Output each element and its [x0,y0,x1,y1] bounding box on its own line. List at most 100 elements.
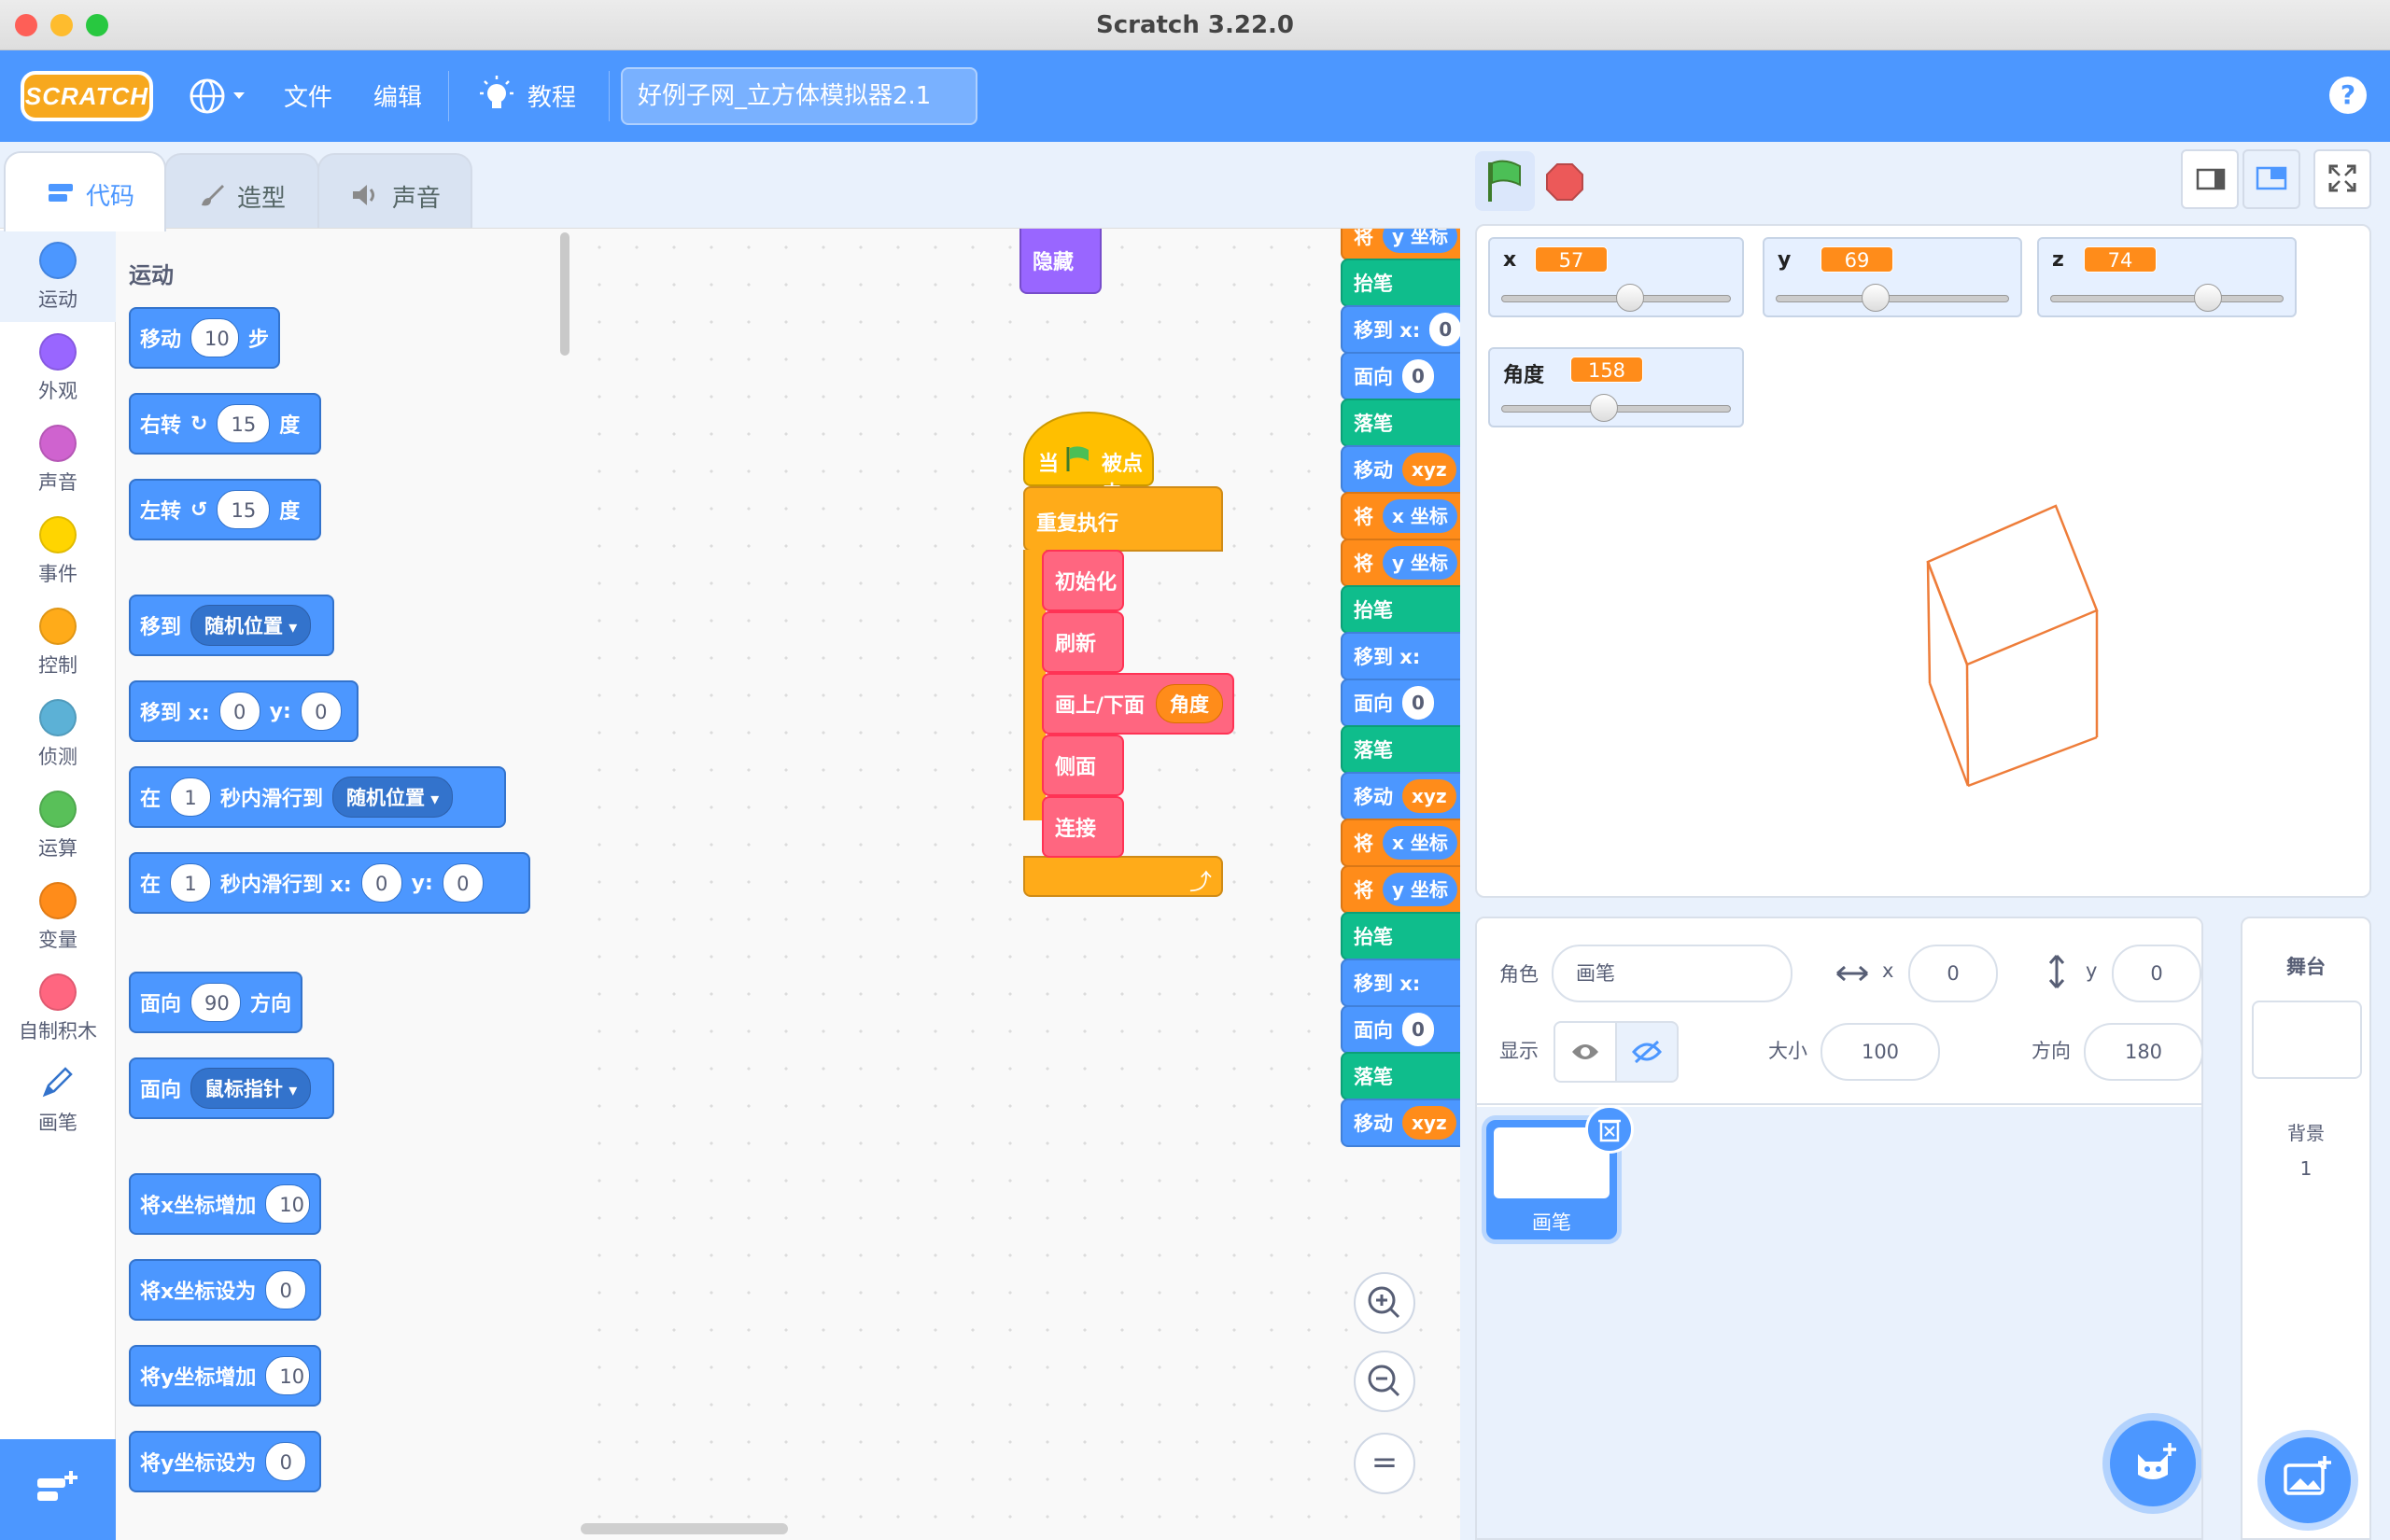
script-block[interactable]: 落笔 [1341,725,1460,774]
init-block[interactable]: 初始化 [1042,550,1124,611]
block-number-input[interactable]: 0 [300,692,342,731]
forever-block[interactable]: 重复执行 [1023,486,1223,552]
hide-sprite-button[interactable] [1615,1021,1679,1083]
point-direction-block[interactable]: 面向 90 方向 [129,972,302,1033]
block-number-input[interactable]: 15 [217,404,271,443]
script-block[interactable]: 抬笔 [1341,585,1460,634]
script-block[interactable]: 将 x 坐标 [1341,819,1460,867]
draw-top-bottom-block[interactable]: 画上/下面 角度 [1042,673,1234,735]
block-input[interactable]: y 坐标 [1383,546,1457,580]
tab-code[interactable]: 代码 [4,151,166,231]
category-item[interactable]: 自制积木 [0,962,116,1054]
script-block[interactable]: 落笔 [1341,1052,1460,1100]
script-block[interactable]: 移到 x: [1341,959,1460,1007]
block-number-input[interactable]: 0 [265,1270,307,1309]
choose-backdrop-button[interactable] [2265,1437,2351,1523]
script-block[interactable]: 面向 0 [1341,352,1460,400]
block-input[interactable]: 0 [1402,686,1434,720]
block-input[interactable]: x 坐标 [1383,826,1457,860]
language-menu[interactable] [187,75,252,118]
file-menu[interactable]: 文件 [284,78,332,113]
script-block[interactable]: 将 y 坐标 [1341,865,1460,914]
goto-block[interactable]: 移到 随机位置 [129,595,334,656]
block-number-input[interactable]: 10 [265,1356,310,1395]
script-block[interactable]: 移到 x: 0 [1341,305,1460,354]
fullscreen-button[interactable] [2313,149,2371,209]
block-dropdown[interactable]: 随机位置 [332,777,454,818]
zoom-in-button[interactable] [1354,1272,1415,1334]
green-flag-button[interactable] [1475,151,1535,211]
script-block[interactable]: 移到 x: [1341,632,1460,680]
block-number-input[interactable]: 10 [265,1184,310,1224]
sprite-name-input[interactable]: 画笔 [1552,945,1792,1002]
zoom-reset-button[interactable]: = [1354,1433,1415,1494]
glide-xy-block[interactable]: 在 1 秒内滑行到 x: 0 y: 0 [129,852,530,914]
y-position-input[interactable]: 0 [2112,945,2201,1002]
script-block[interactable]: 将 x 坐标 [1341,492,1460,540]
edit-menu[interactable]: 编辑 [373,78,422,113]
block-input[interactable]: y 坐标 [1383,229,1457,253]
block-number-input[interactable]: 10 [190,318,239,357]
block-input[interactable]: y 坐标 [1383,873,1457,906]
tab-costumes[interactable]: 造型 [164,153,319,230]
block-input[interactable]: x 坐标 [1383,499,1457,533]
block-number-input[interactable]: 90 [190,983,241,1022]
block-input[interactable]: xyz [1402,453,1456,486]
direction-input[interactable]: 180 [2084,1023,2201,1081]
block-input[interactable]: xyz [1402,1106,1456,1140]
add-extension-button[interactable] [0,1439,116,1540]
palette-scrollbar[interactable] [560,232,569,356]
side-block[interactable]: 侧面 [1042,735,1124,796]
size-input[interactable]: 100 [1821,1023,1940,1081]
script-block[interactable]: 面向 0 [1341,1005,1460,1054]
workspace-scrollbar[interactable] [581,1523,788,1534]
category-item[interactable]: 侦测 [0,688,116,779]
small-stage-button[interactable] [2181,149,2239,209]
turn-right-block[interactable]: 右转 ↻ 15 度 [129,393,321,455]
x-position-input[interactable]: 0 [1908,945,1998,1002]
large-stage-button[interactable] [2242,149,2300,209]
script-block[interactable]: 将 y 坐标 [1341,229,1460,260]
script-block[interactable]: 将 y 坐标 [1341,539,1460,587]
category-item[interactable]: 外观 [0,322,116,413]
category-item[interactable]: 声音 [0,413,116,505]
change-x-block[interactable]: 将x坐标增加 10 [129,1173,321,1235]
script-block[interactable]: 移动 xyz [1341,445,1460,494]
category-item[interactable]: 画笔 [0,1054,116,1145]
backdrop-thumbnail[interactable] [2252,1001,2362,1079]
tutorials-menu[interactable]: 教程 [478,75,599,118]
category-item[interactable]: 控制 [0,596,116,688]
category-item[interactable]: 变量 [0,871,116,962]
when-flag-clicked-block[interactable]: 当 被点击 [1023,412,1154,506]
block-number-input[interactable]: 0 [360,863,402,903]
block-dropdown[interactable]: 随机位置 [190,605,312,646]
block-number-input[interactable]: 1 [170,777,212,817]
block-dropdown[interactable]: 鼠标指针 [190,1068,312,1109]
choose-sprite-button[interactable] [2110,1421,2196,1506]
category-item[interactable]: 运算 [0,779,116,871]
project-title-input[interactable]: 好例子网_立方体模拟器2.1 [621,67,977,125]
script-block[interactable]: 抬笔 [1341,912,1460,960]
category-item[interactable]: 运动 [0,231,116,322]
block-number-input[interactable]: 0 [218,692,260,731]
help-icon[interactable]: ? [2329,77,2367,114]
block-input[interactable]: 0 [1402,1013,1434,1046]
angle-variable-reporter[interactable]: 角度 [1156,684,1224,723]
script-block[interactable]: 面向 0 [1341,679,1460,727]
connect-block[interactable]: 连接 [1042,796,1124,858]
goto-xy-block[interactable]: 移到 x: 0 y: 0 [129,680,358,742]
block-number-input[interactable]: 1 [170,863,212,903]
script-block[interactable]: 落笔 [1341,399,1460,447]
set-x-block[interactable]: 将x坐标设为 0 [129,1259,321,1321]
refresh-block[interactable]: 刷新 [1042,611,1124,673]
block-input[interactable]: xyz [1402,779,1456,813]
stop-button[interactable] [1535,151,1595,211]
stage-selector[interactable]: 舞台 背景 1 [2241,917,2371,1540]
turn-left-block[interactable]: 左转 ↺ 15 度 [129,479,321,540]
script-block[interactable]: 抬笔 [1341,259,1460,307]
point-towards-block[interactable]: 面向 鼠标指针 [129,1057,334,1119]
script-workspace[interactable]: 隐藏 当 被点击 重复执行 ⤴ 初始化 刷新 画上/下面 角度 侧面 连接 将y… [581,228,1460,1540]
category-item[interactable]: 事件 [0,505,116,596]
set-y-block[interactable]: 将y坐标设为 0 [129,1431,321,1492]
show-sprite-button[interactable] [1554,1021,1617,1083]
